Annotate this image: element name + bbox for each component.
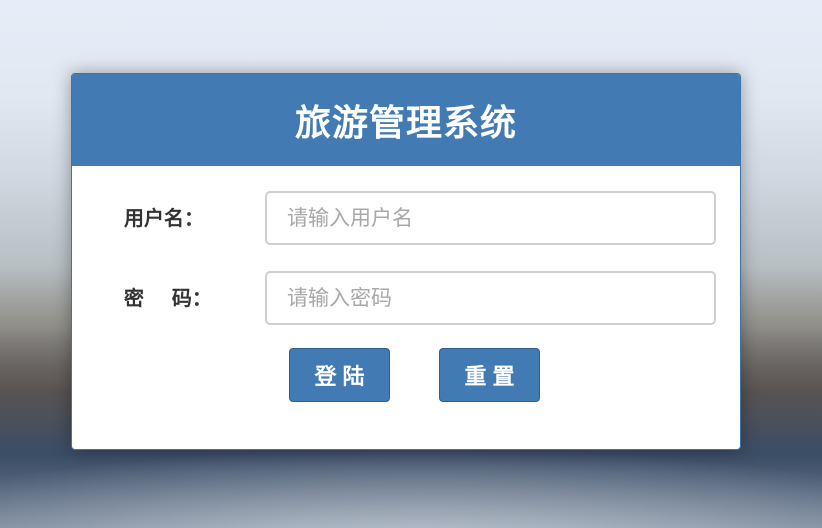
login-panel: 旅游管理系统 用户名： 密 码： 登陆 重置 (71, 73, 741, 450)
username-label: 用户名： (124, 206, 204, 230)
reset-button[interactable]: 重置 (439, 348, 540, 402)
login-button[interactable]: 登陆 (289, 348, 390, 402)
password-row: 密 码： (72, 271, 740, 325)
username-row: 用户名： (72, 191, 740, 245)
page-title: 旅游管理系统 (294, 103, 517, 144)
panel-header: 旅游管理系统 (72, 74, 740, 166)
password-input[interactable] (265, 271, 716, 325)
username-input[interactable] (265, 191, 716, 245)
password-label: 密 码： (124, 286, 212, 310)
